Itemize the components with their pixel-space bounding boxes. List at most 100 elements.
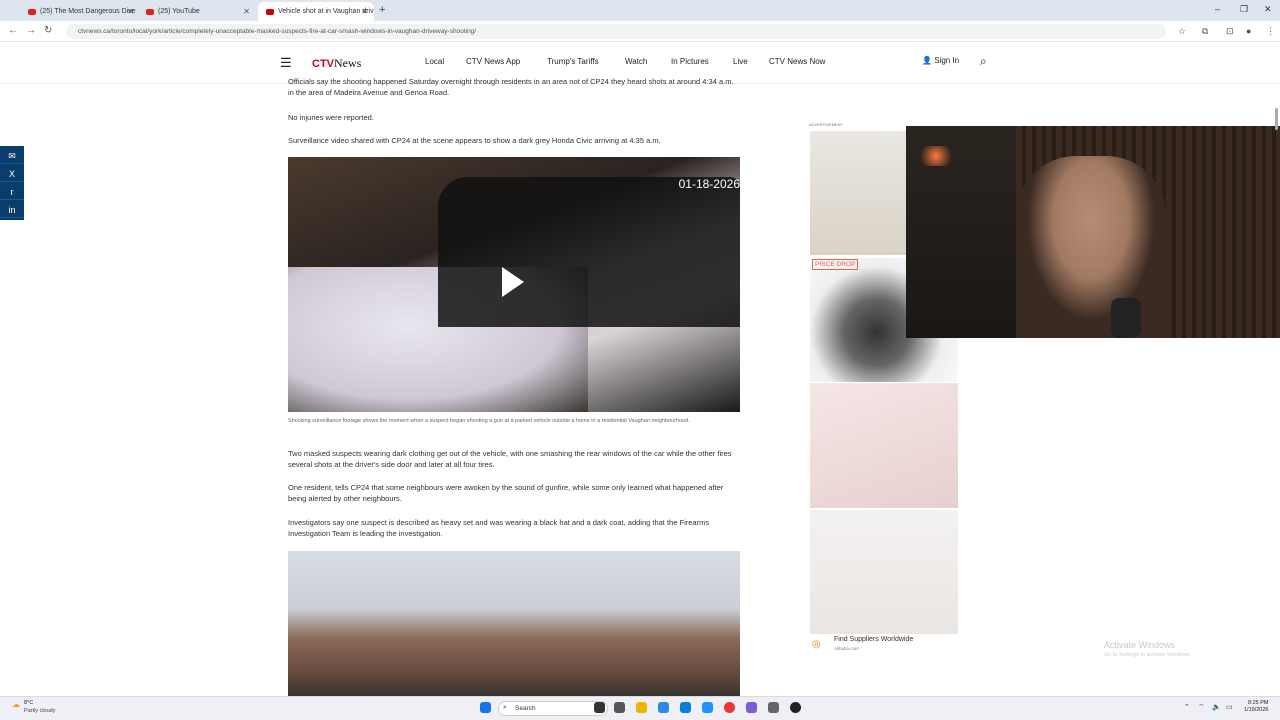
- close-tab-icon[interactable]: ✕: [243, 7, 250, 16]
- minimize-button[interactable]: –: [1215, 4, 1220, 14]
- activate-subtitle: Go to Settings to activate Windows.: [1104, 652, 1191, 658]
- new-tab-button[interactable]: +: [379, 4, 385, 16]
- mail-icon[interactable]: [702, 702, 713, 713]
- clock[interactable]: 8:25 PM 1/19/2026: [1244, 700, 1268, 714]
- clock-date: 1/19/2026: [1244, 707, 1269, 713]
- windows-taskbar: ☁ 8°C Partly cloudy ⌕ Search ⌃ ⌔ 🔈 ▭ 8:2…: [0, 696, 1280, 720]
- x-share-icon[interactable]: X: [0, 166, 24, 182]
- article-paragraph: Investigators say one suspect is describ…: [288, 518, 710, 538]
- weather-desc: Partly cloudy: [24, 708, 56, 714]
- search-icon[interactable]: ⌕: [980, 54, 987, 69]
- logo-suffix: News: [334, 56, 362, 70]
- ctv-icon: [266, 8, 274, 15]
- article-paragraph: One resident, tells CP24 that some neigh…: [288, 483, 724, 503]
- address-bar-row: ← → ↻ ctvnews.ca/toronto/local/york/arti…: [0, 21, 1280, 42]
- surveillance-video[interactable]: 01-18-2026: [288, 157, 740, 412]
- ad-footer[interactable]: ◎ Find Suppliers Worldwide Alibaba.com: [810, 634, 958, 654]
- tab-title: (25) YouTube: [158, 8, 200, 15]
- settings-icon[interactable]: [768, 702, 779, 713]
- activate-windows-watermark: Activate Windows Go to Settings to activ…: [1104, 640, 1191, 658]
- taskbar-search-label: Search: [515, 705, 536, 712]
- scrollbar-thumb[interactable]: [1275, 108, 1278, 130]
- taskbar-search[interactable]: ⌕ Search: [498, 701, 608, 716]
- video-car: [438, 177, 740, 327]
- share-rail: ✉ X r in: [0, 146, 24, 220]
- search-icon: ⌕: [503, 704, 507, 711]
- clock-time: 8:25 PM: [1247, 700, 1269, 706]
- maximize-button[interactable]: ❐: [1240, 4, 1248, 15]
- discord-icon[interactable]: [746, 702, 757, 713]
- weather-temp: 8°C: [24, 700, 34, 706]
- article-paragraph: Officials say the shooting happened Satu…: [288, 77, 734, 97]
- browser-tab-bar: (25) The Most Dangerous Dive ✕ (25) YouT…: [0, 0, 1280, 21]
- video-caption: Shocking surveillance footage shows the …: [288, 418, 690, 424]
- activate-title: Activate Windows: [1104, 640, 1176, 650]
- sign-in-button[interactable]: 👤 Sign In: [922, 56, 959, 65]
- close-tab-icon[interactable]: ✕: [361, 7, 368, 16]
- logo-prefix: CTV: [312, 58, 334, 70]
- obs-icon[interactable]: [790, 702, 801, 713]
- article-photo[interactable]: [288, 551, 740, 696]
- alibaba-icon: ◎: [812, 639, 821, 650]
- tab-youtube[interactable]: (25) YouTube ✕: [138, 2, 256, 21]
- tab-dangerous-dive[interactable]: (25) The Most Dangerous Dive ✕: [20, 2, 140, 21]
- ad-image-jump-rope[interactable]: [810, 383, 958, 508]
- price-drop-badge: PRICE DROP: [812, 259, 859, 270]
- microphone: [1111, 298, 1141, 338]
- tab-title: (25) The Most Dangerous Dive: [40, 8, 136, 15]
- store-icon[interactable]: [680, 702, 691, 713]
- webcam-lamp: [916, 146, 956, 166]
- youtube-icon: [28, 8, 36, 15]
- widgets-icon[interactable]: [614, 702, 625, 713]
- email-share-icon[interactable]: ✉: [0, 148, 24, 164]
- ad-image-sportswear[interactable]: [810, 510, 958, 634]
- hamburger-menu-icon[interactable]: ☰: [280, 55, 292, 71]
- close-window-button[interactable]: ✕: [1264, 4, 1272, 15]
- nav-trumps-tariffs[interactable]: Trump's Tariffs: [547, 57, 599, 66]
- youtube-icon: [146, 8, 154, 15]
- ad-footer-source: Alibaba.com: [834, 646, 859, 651]
- tab-ctv-article[interactable]: Vehicle shot at in Vaughan driv ✕: [258, 2, 374, 21]
- back-icon[interactable]: ←: [8, 25, 18, 36]
- url-field[interactable]: ctvnews.ca/toronto/local/york/article/co…: [66, 24, 1166, 39]
- linkedin-share-icon[interactable]: in: [0, 202, 24, 218]
- start-icon[interactable]: [480, 702, 491, 713]
- task-view-icon[interactable]: [594, 702, 605, 713]
- bookmark-star-icon[interactable]: ☆: [1178, 26, 1186, 37]
- nav-in-pictures[interactable]: In Pictures: [671, 57, 709, 66]
- nav-local[interactable]: Local: [425, 57, 444, 66]
- nav-ctv-news-now[interactable]: CTV News Now: [769, 57, 825, 66]
- article-paragraph: Two masked suspects wearing dark clothin…: [288, 449, 732, 469]
- browser-menu-icon[interactable]: ⋮: [1266, 26, 1275, 37]
- profile-sync-icon[interactable]: ⊡: [1226, 26, 1234, 37]
- site-logo[interactable]: CTVNews: [312, 56, 361, 71]
- video-timestamp: 01-18-2026: [678, 177, 740, 191]
- advertisement-label: ADVERTISEMENT: [809, 122, 843, 127]
- reddit-share-icon[interactable]: r: [0, 184, 24, 200]
- sign-in-label: Sign In: [934, 56, 960, 65]
- edge-icon[interactable]: [658, 702, 669, 713]
- forward-icon[interactable]: →: [26, 25, 36, 36]
- page-scrollbar[interactable]: [1273, 104, 1280, 696]
- network-icon[interactable]: ⌔: [1198, 703, 1205, 712]
- reload-icon[interactable]: ↻: [44, 25, 52, 36]
- weather-icon[interactable]: ☁: [12, 700, 20, 709]
- extensions-icon[interactable]: ⧉: [1202, 26, 1208, 37]
- close-tab-icon[interactable]: ✕: [127, 7, 134, 16]
- article-paragraph: Surveillance video shared with CP24 at t…: [288, 136, 661, 145]
- battery-icon[interactable]: ▭: [1226, 703, 1233, 711]
- nav-watch[interactable]: Watch: [625, 57, 647, 66]
- file-explorer-icon[interactable]: [636, 702, 647, 713]
- nav-ctv-news-app[interactable]: CTV News App: [466, 57, 520, 66]
- volume-icon[interactable]: 🔈: [1212, 703, 1221, 711]
- tab-title: Vehicle shot at in Vaughan driv: [278, 8, 374, 15]
- webcam-overlay: [906, 126, 1280, 338]
- chrome-icon[interactable]: [724, 702, 735, 713]
- avatar[interactable]: ●: [1246, 26, 1251, 36]
- webcam-person: [1016, 156, 1166, 338]
- nav-live[interactable]: Live: [733, 57, 748, 66]
- play-icon[interactable]: [502, 267, 524, 297]
- tray-chevron-icon[interactable]: ⌃: [1184, 703, 1190, 711]
- article-paragraph: No injuries were reported.: [288, 113, 374, 122]
- ad-footer-title: Find Suppliers Worldwide: [834, 636, 914, 643]
